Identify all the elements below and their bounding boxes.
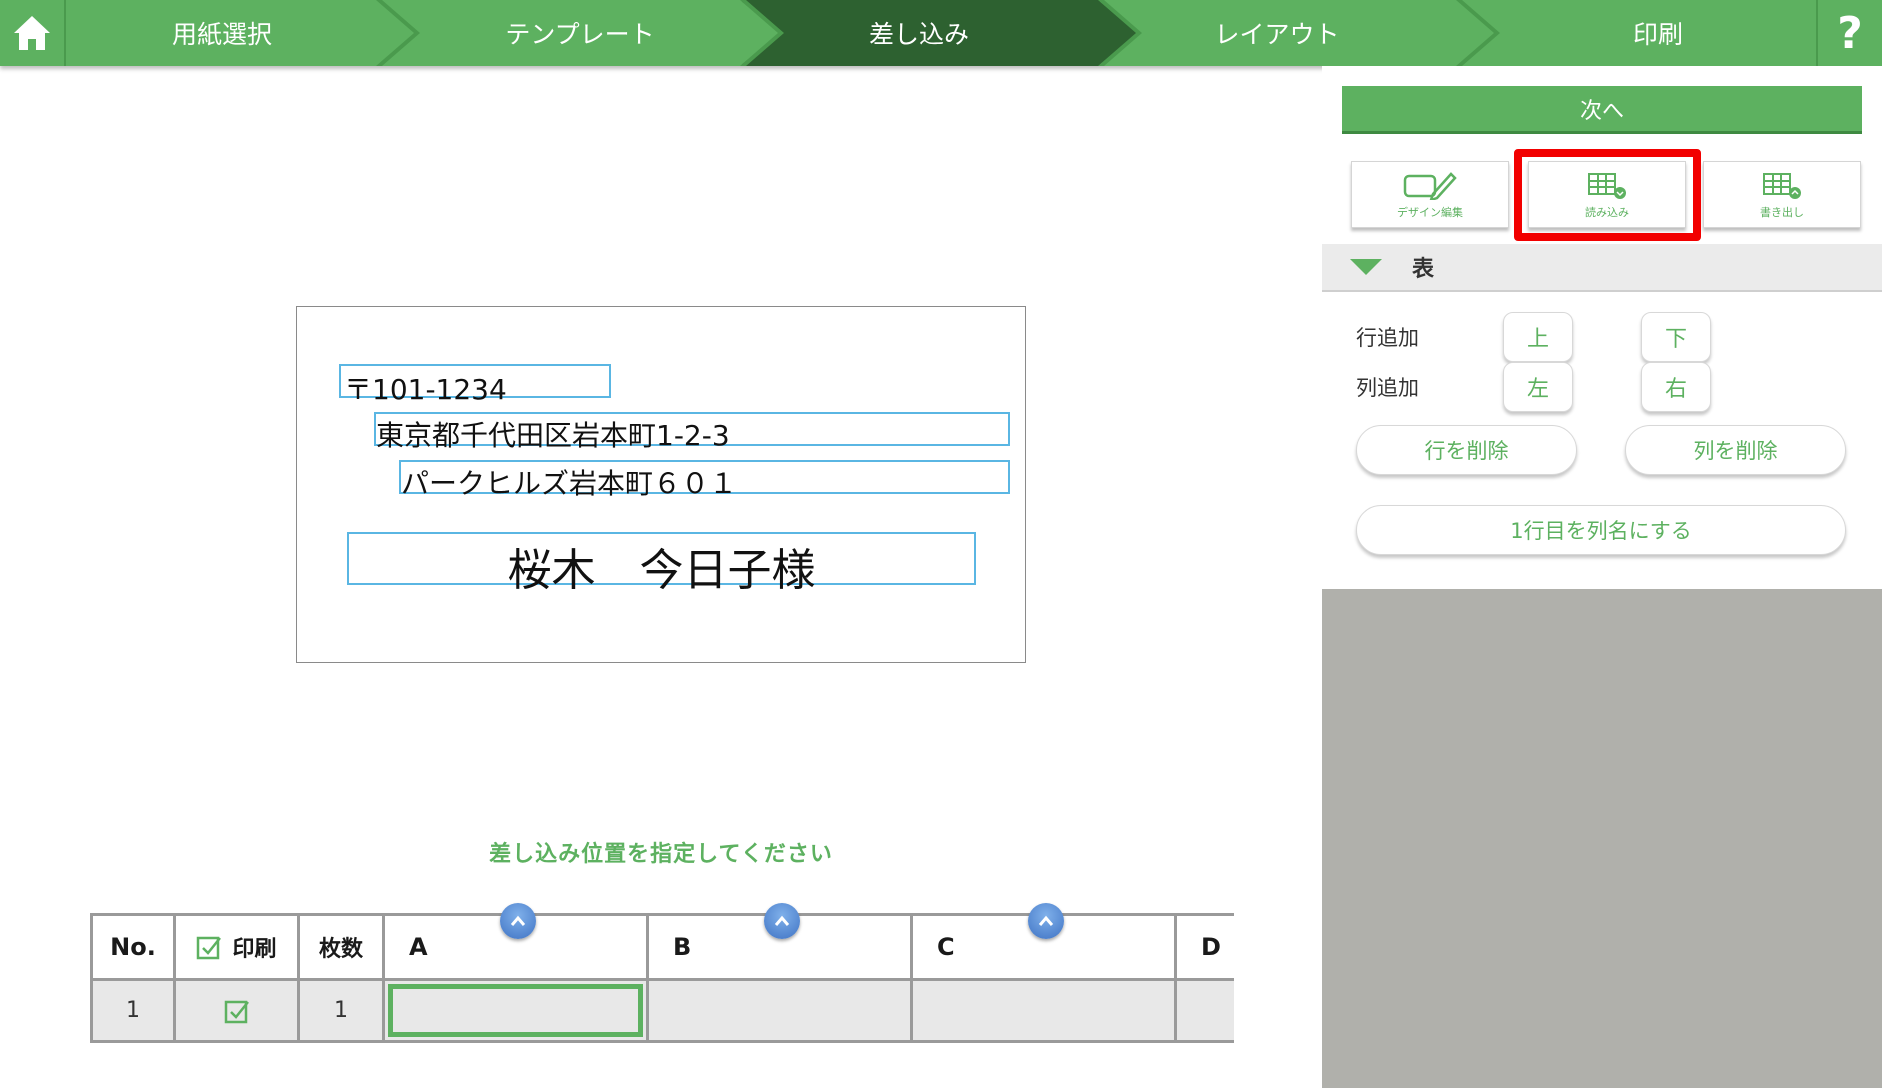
- step-paper-select[interactable]: 用紙選択: [66, 0, 378, 66]
- delete-col-label: 列を削除: [1693, 439, 1778, 463]
- header-no: No.: [90, 913, 176, 981]
- chevron-up-icon: [510, 915, 526, 926]
- cell-count-value: 1: [334, 998, 348, 1023]
- cell-c[interactable]: [910, 978, 1177, 1043]
- merge-instruction: 差し込み位置を指定してください: [489, 842, 833, 867]
- postal-field[interactable]: 〒101-1234: [339, 364, 611, 406]
- cell-a-selected[interactable]: [382, 978, 649, 1043]
- col-b-sort-button[interactable]: [764, 903, 800, 939]
- add-col-right-button[interactable]: 右: [1641, 362, 1711, 412]
- right-label: 右: [1664, 377, 1687, 402]
- chevron-up-icon: [1038, 915, 1054, 926]
- step-layout[interactable]: レイアウト: [1142, 0, 1412, 66]
- step-label: テンプレート: [505, 20, 655, 49]
- header-col-d[interactable]: D: [1174, 913, 1234, 981]
- add-row-above-button[interactable]: 上: [1503, 312, 1573, 362]
- step-label: レイアウト: [1214, 20, 1340, 49]
- checkbox-checked-icon: [197, 936, 222, 960]
- add-row-label: 行追加: [1356, 326, 1419, 350]
- next-button[interactable]: 次へ: [1342, 86, 1862, 134]
- header-count-label: 枚数: [318, 937, 363, 962]
- below-label: 下: [1664, 327, 1687, 352]
- design-edit-label: デザイン編集: [1397, 205, 1463, 219]
- chevron-up-icon: [774, 915, 790, 926]
- export-button[interactable]: 書き出し: [1703, 161, 1861, 228]
- help-icon: ?: [1837, 7, 1863, 59]
- postal-text: 〒101-1234: [344, 373, 507, 406]
- header-print[interactable]: 印刷: [173, 913, 300, 981]
- export-label: 書き出し: [1760, 205, 1804, 219]
- step-separator: [1456, 0, 1500, 66]
- header-no-label: No.: [110, 933, 156, 961]
- step-label: 用紙選択: [171, 20, 272, 49]
- home-button[interactable]: [0, 0, 66, 66]
- delete-row-button[interactable]: 行を削除: [1356, 425, 1577, 475]
- table-section-header[interactable]: 表: [1322, 244, 1882, 292]
- col-a-sort-button[interactable]: [500, 903, 536, 939]
- left-label: 左: [1526, 377, 1549, 402]
- first-row-header-button[interactable]: 1行目を列名にする: [1356, 505, 1846, 555]
- address1-field[interactable]: 東京都千代田区岩本町1-2-3: [374, 412, 1010, 452]
- header-col-b-label: B: [673, 933, 692, 961]
- data-grid: No. 印刷 枚数 A B C D 1 1: [90, 913, 1234, 1047]
- step-merge[interactable]: 差し込み: [784, 0, 1054, 66]
- name-text: 桜木 今日子様: [507, 545, 816, 596]
- cell-print[interactable]: [173, 978, 300, 1043]
- col-c-sort-button[interactable]: [1028, 903, 1064, 939]
- design-edit-button[interactable]: デザイン編集: [1351, 161, 1509, 228]
- step-separator: [376, 0, 420, 66]
- header-col-a-label: A: [409, 933, 428, 961]
- cell-count[interactable]: 1: [297, 978, 385, 1043]
- address2-field[interactable]: パークヒルズ岩本町６０１: [399, 460, 1010, 500]
- add-col-left-button[interactable]: 左: [1503, 362, 1573, 412]
- header-col-c-label: C: [937, 933, 955, 961]
- step-label: 差し込み: [868, 20, 969, 49]
- selected-cell-outline: [388, 984, 643, 1037]
- triangle-down-icon: [1350, 259, 1382, 275]
- label-preview: 〒101-1234 東京都千代田区岩本町1-2-3 パークヒルズ岩本町６０１ 桜…: [296, 306, 1026, 663]
- header-print-label: 印刷: [232, 937, 277, 962]
- cell-d[interactable]: [1174, 978, 1234, 1043]
- help-button[interactable]: ?: [1816, 0, 1882, 66]
- cell-b[interactable]: [646, 978, 913, 1043]
- header-count: 枚数: [297, 913, 385, 981]
- step-print[interactable]: 印刷: [1500, 0, 1816, 66]
- home-icon: [14, 16, 50, 50]
- highlight-annotation: [1514, 149, 1701, 241]
- step-separator: [1098, 0, 1142, 66]
- wizard-bar: 用紙選択 テンプレート 差し込み レイアウト 印刷 ?: [0, 0, 1882, 66]
- address2-text: パークヒルズ岩本町６０１: [401, 467, 738, 500]
- first-row-header-label: 1行目を列名にする: [1510, 519, 1692, 543]
- delete-row-label: 行を削除: [1424, 439, 1509, 463]
- step-template[interactable]: テンプレート: [420, 0, 740, 66]
- header-col-d-label: D: [1201, 933, 1221, 961]
- section-title: 表: [1412, 257, 1435, 282]
- above-label: 上: [1526, 327, 1549, 352]
- checkbox-checked-icon: [224, 1000, 249, 1023]
- cell-no-value: 1: [126, 998, 140, 1023]
- add-col-label: 列追加: [1356, 376, 1419, 400]
- cell-no: 1: [90, 978, 176, 1043]
- delete-col-button[interactable]: 列を削除: [1625, 425, 1846, 475]
- add-row-below-button[interactable]: 下: [1641, 312, 1711, 362]
- address1-text: 東京都千代田区岩本町1-2-3: [376, 419, 730, 452]
- next-label: 次へ: [1579, 98, 1624, 124]
- table-export-icon: [1763, 172, 1801, 199]
- design-edit-icon: [1403, 171, 1457, 200]
- step-label: 印刷: [1632, 20, 1683, 49]
- step-separator: [740, 0, 784, 66]
- name-field[interactable]: 桜木 今日子様: [347, 532, 976, 596]
